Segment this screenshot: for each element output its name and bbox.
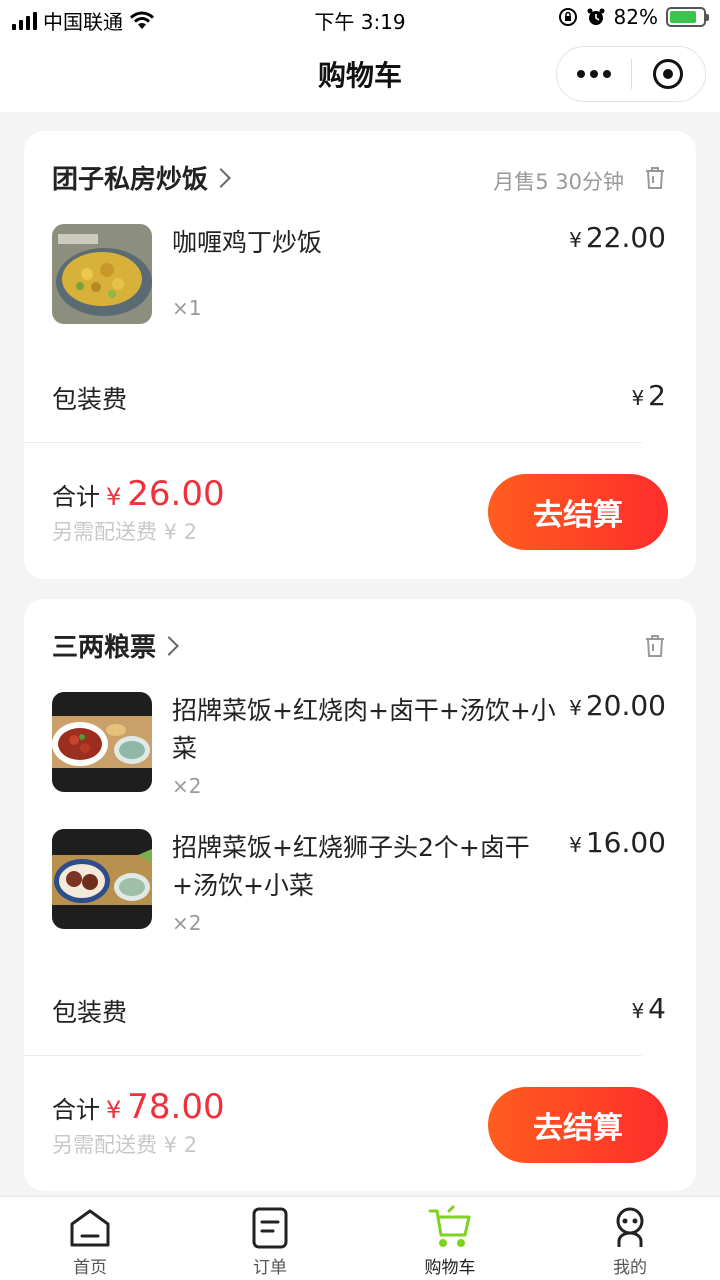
item-name: 招牌菜饭+红烧狮子头2个+卤干+汤饮+小菜 bbox=[172, 833, 530, 900]
tab-home[interactable]: 首页 bbox=[0, 1197, 180, 1280]
currency-symbol: ¥ bbox=[631, 386, 645, 410]
currency-symbol: ¥ bbox=[106, 1096, 122, 1124]
shop-name: 三两粮票 bbox=[52, 633, 157, 663]
tab-label: 首页 bbox=[73, 1258, 107, 1278]
profile-icon bbox=[616, 1207, 644, 1247]
tab-bar: 首页 订单 购物车 我的 bbox=[0, 1196, 720, 1280]
currency-symbol: ¥ bbox=[631, 999, 645, 1023]
item-price: ¥16.00 bbox=[569, 826, 666, 859]
mini-program-capsule bbox=[556, 46, 706, 102]
shop-card: 团子私房炒饭 月售5 30分钟 咖喱鸡丁炒饭 ×1 ¥22.00 包装费 ¥2 … bbox=[24, 131, 696, 579]
status-bar: 中国联通 下午 3:19 82% bbox=[0, 0, 720, 36]
battery-level bbox=[670, 11, 697, 23]
tab-profile[interactable]: 我的 bbox=[540, 1197, 720, 1280]
total-amount: 78.00 bbox=[127, 1087, 225, 1127]
tab-label: 我的 bbox=[613, 1258, 647, 1278]
item-price-value: 20.00 bbox=[585, 689, 666, 722]
item-quantity: ×2 bbox=[172, 774, 202, 798]
shop-name-link[interactable]: 团子私房炒饭 bbox=[52, 159, 231, 196]
tab-cart[interactable]: 购物车 bbox=[360, 1197, 540, 1280]
packaging-label: 包装费 bbox=[52, 998, 128, 1027]
packaging-fee-value: 4 bbox=[648, 992, 666, 1025]
item-quantity: ×2 bbox=[172, 911, 202, 935]
shop-meta: 月售5 30分钟 bbox=[493, 170, 624, 194]
navigation-bar: 购物车 bbox=[0, 36, 720, 112]
dish-image bbox=[52, 224, 152, 324]
packaging-fee: ¥4 bbox=[631, 992, 666, 1025]
battery-percent: 82% bbox=[613, 5, 658, 29]
currency-symbol: ¥ bbox=[569, 833, 582, 857]
shop-card: 三两粮票 招牌菜饭+红烧肉+卤干+汤饮+小菜 ×2 ¥20.00 招牌菜饭+红烧… bbox=[24, 599, 696, 1191]
trash-icon[interactable] bbox=[644, 634, 666, 658]
battery-icon bbox=[666, 7, 709, 27]
total-amount: 26.00 bbox=[127, 474, 225, 514]
shop-name-link[interactable]: 三两粮票 bbox=[52, 627, 179, 664]
total-row: 合计 ¥ 26.00 bbox=[52, 474, 225, 514]
checkout-button[interactable]: 去结算 bbox=[488, 474, 668, 550]
orientation-lock-icon bbox=[558, 8, 577, 26]
total-label: 合计 bbox=[52, 483, 100, 511]
total-row: 合计 ¥ 78.00 bbox=[52, 1087, 225, 1127]
dish-image bbox=[52, 829, 152, 929]
tab-label: 订单 bbox=[253, 1258, 287, 1278]
delivery-fee-note: 另需配送费 ¥ 2 bbox=[52, 1133, 198, 1157]
packaging-label: 包装费 bbox=[52, 385, 128, 414]
item-quantity: ×1 bbox=[172, 296, 202, 320]
item-price: ¥22.00 bbox=[569, 221, 666, 254]
order-icon bbox=[252, 1207, 288, 1249]
currency-symbol: ¥ bbox=[106, 483, 122, 511]
tab-orders[interactable]: 订单 bbox=[180, 1197, 360, 1280]
chevron-right-icon bbox=[211, 167, 231, 188]
currency-symbol: ¥ bbox=[569, 696, 582, 720]
currency-symbol: ¥ bbox=[569, 228, 582, 252]
checkout-button[interactable]: 去结算 bbox=[488, 1087, 668, 1163]
close-mini-program-button[interactable] bbox=[632, 59, 706, 89]
divider bbox=[24, 442, 642, 443]
item-name: 咖喱鸡丁炒饭 bbox=[172, 228, 323, 257]
shop-name: 团子私房炒饭 bbox=[52, 165, 209, 195]
item-price-value: 22.00 bbox=[585, 221, 666, 254]
item-price: ¥20.00 bbox=[569, 689, 666, 722]
home-icon bbox=[70, 1209, 110, 1247]
tab-label: 购物车 bbox=[424, 1258, 476, 1278]
packaging-fee: ¥2 bbox=[631, 379, 666, 412]
alarm-icon bbox=[587, 8, 605, 25]
divider bbox=[24, 1055, 642, 1056]
dish-image bbox=[52, 692, 152, 792]
trash-icon[interactable] bbox=[644, 166, 666, 190]
total-label: 合计 bbox=[52, 1096, 100, 1124]
packaging-fee-value: 2 bbox=[648, 379, 666, 412]
more-icon[interactable] bbox=[557, 70, 631, 78]
item-price-value: 16.00 bbox=[585, 826, 666, 859]
item-name: 招牌菜饭+红烧肉+卤干+汤饮+小菜 bbox=[172, 696, 556, 763]
delivery-fee-note: 另需配送费 ¥ 2 bbox=[52, 520, 198, 544]
target-icon bbox=[653, 59, 684, 89]
cart-icon bbox=[428, 1205, 471, 1247]
chevron-right-icon bbox=[159, 635, 179, 656]
status-right: 82% bbox=[558, 5, 709, 29]
